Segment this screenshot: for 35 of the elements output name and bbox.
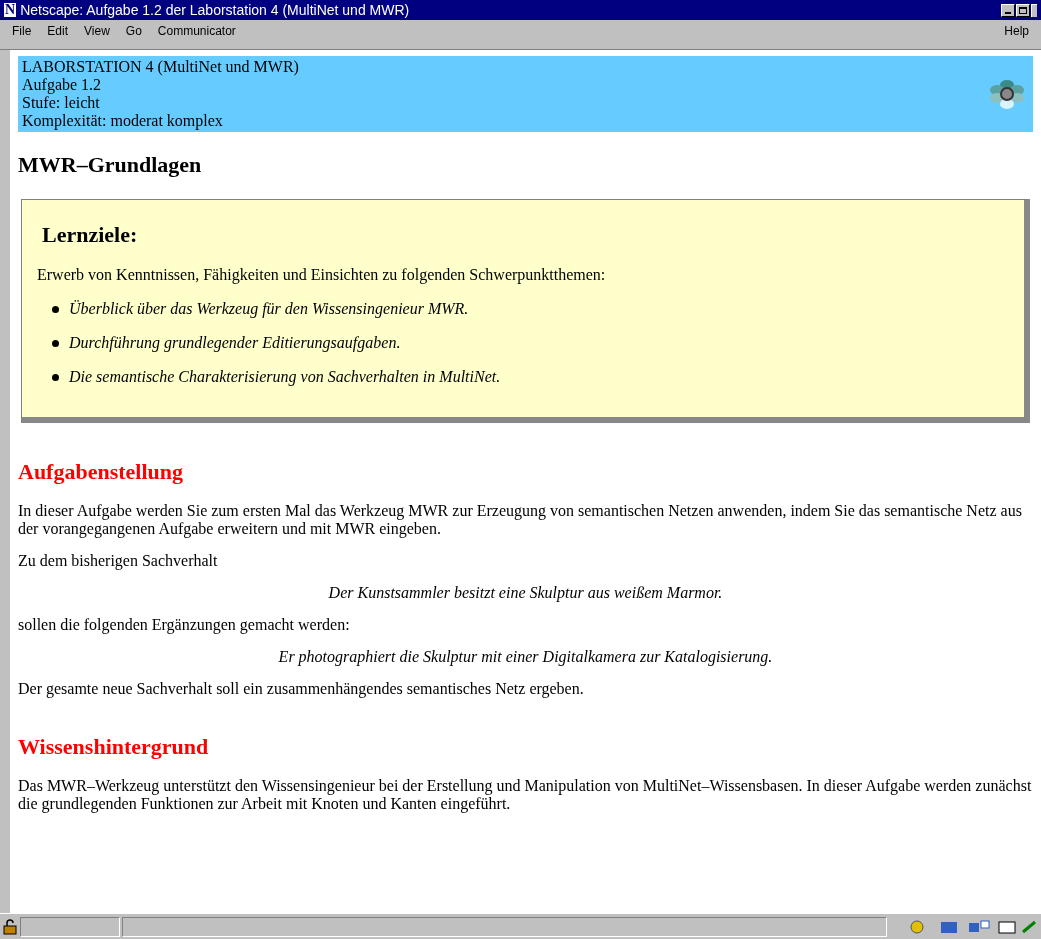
section-heading: Aufgabenstellung xyxy=(18,458,185,486)
example-sentence: Der Kunstsammler besitzt eine Skulptur aus weißem Marmor. xyxy=(327,584,724,602)
network-logo-icon xyxy=(987,77,1027,111)
menu-item[interactable]: Communicator xyxy=(157,22,236,40)
objectives-intro: Erwerb von Kenntnissen, Fähigkeiten und Einsichten zu folgenden Schwerpunktthemen: xyxy=(37,265,607,286)
header-line: Aufgabe 1.2 xyxy=(22,76,103,94)
bullet-icon xyxy=(52,339,59,347)
objectives-title: Lernziele: xyxy=(42,221,139,249)
paragraph: sollen die folgenden Ergänzungen gemacht werden: xyxy=(18,616,351,634)
section-heading: Wissenshintergrund xyxy=(18,733,210,761)
paragraph: Das MWR–Werkzeug unterstützt den Wissensingenieur bei der Erstellung und Manipulation von MultiNet–Wissensbasen. In dieser Aufgabe werden zunächst die grundlegenden Funktionen zur Arbeit mit Knoten und Kanten eingeführt. xyxy=(18,777,1033,813)
header-line: Stufe: leicht xyxy=(22,94,101,112)
menu-item[interactable]: File xyxy=(12,22,32,40)
paragraph: Der gesamte neue Sachverhalt soll ein zusammenhängendes semantisches Netz ergeben. xyxy=(18,680,585,698)
maximize-button[interactable] xyxy=(1016,3,1030,17)
paragraph: Zu dem bisherigen Sachverhalt xyxy=(18,552,219,570)
menu-item[interactable]: View xyxy=(84,22,110,40)
menu-item[interactable]: Help xyxy=(1004,22,1029,40)
paragraph: In dieser Aufgabe werden Sie zum ersten Mal das Werkzeug MWR zur Erzeugung von semantischen Netzen anwenden, indem Sie das semantische Netz aus der vorangegangenen Aufgabe erweitern und mit MWR eingeben. xyxy=(18,502,1023,538)
app-logo: N xyxy=(4,3,17,17)
bullet-icon xyxy=(52,373,59,381)
menu-item[interactable]: Edit xyxy=(47,22,69,40)
header-line: LABORSTATION 4 (MultiNet und MWR) xyxy=(22,58,300,76)
minimize-button[interactable] xyxy=(1001,3,1015,17)
objective-item: Durchführung grundlegender Editierungsaufgaben. xyxy=(69,333,401,354)
objective-item: Die semantische Charakterisierung von Sachverhalten in MultiNet. xyxy=(69,367,501,388)
close-button[interactable] xyxy=(1031,3,1037,17)
window-title: Netscape: Aufgabe 1.2 der Laborstation 4 (MultiNet und MWR) xyxy=(20,0,411,20)
objective-item: Überblick über das Werkzeug für den Wissensingenieur MWR. xyxy=(69,299,469,320)
lock-icon xyxy=(2,918,18,935)
page-title: MWR–Grundlagen xyxy=(18,151,203,179)
menu-item[interactable]: Go xyxy=(125,22,142,40)
bullet-icon xyxy=(52,305,59,313)
example-sentence: Er photographiert die Skulptur mit einer Digitalkamera zur Katalogisierung. xyxy=(277,648,774,666)
header-line: Komplexität: moderat komplex xyxy=(22,112,224,130)
